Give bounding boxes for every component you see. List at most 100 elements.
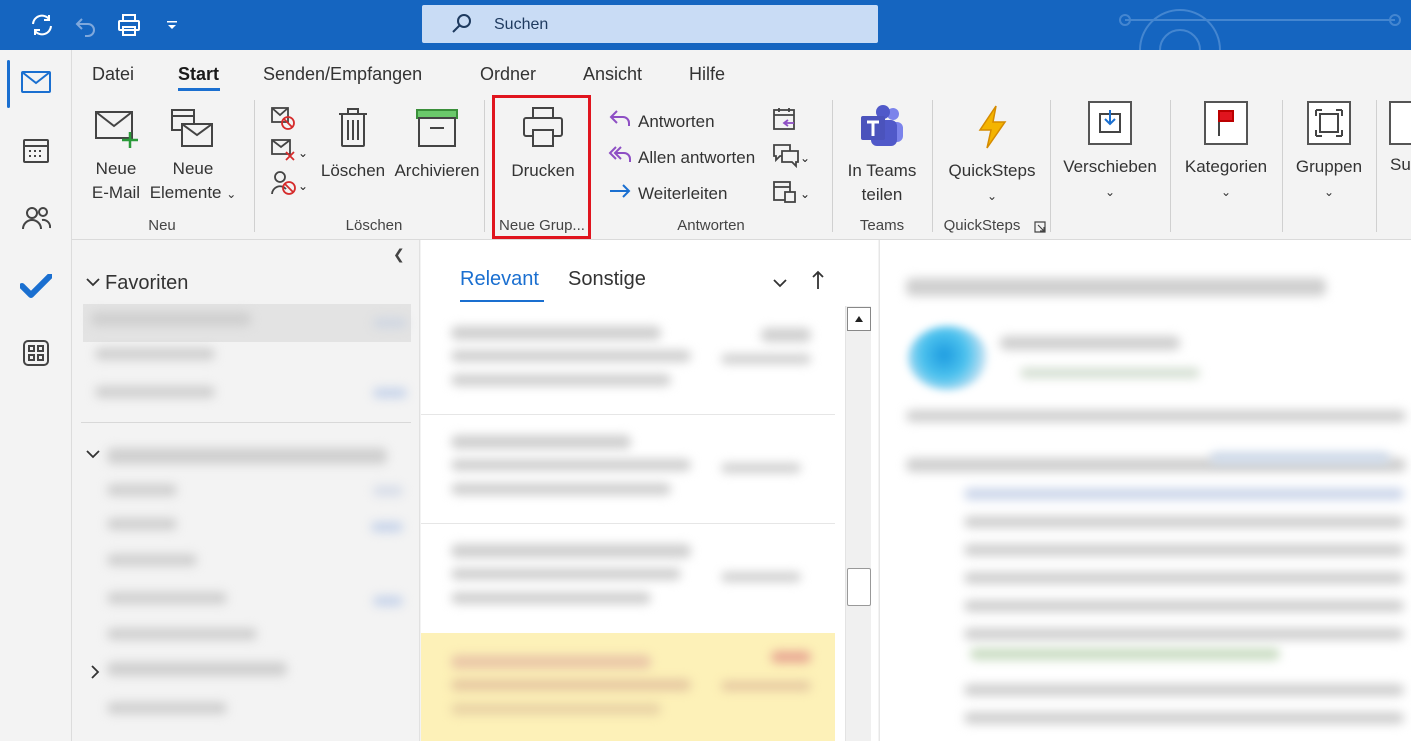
group-label-teams: Teams	[859, 217, 905, 234]
message-list: Relevant Sonstige	[421, 240, 878, 741]
chevron-down-icon[interactable]	[85, 274, 101, 295]
new-email-button[interactable]: Neue E-Mail	[90, 108, 142, 205]
clean-up-icon	[270, 138, 298, 167]
separator	[484, 100, 485, 232]
list-item-selected[interactable]	[421, 633, 835, 741]
search-people-button[interactable]: Su	[1382, 100, 1411, 177]
dialog-launcher-icon[interactable]	[1034, 220, 1046, 238]
nav-calendar[interactable]	[0, 122, 72, 182]
message-list-scrollbar[interactable]	[845, 306, 871, 741]
reply-all-button[interactable]: Allen antworten	[608, 144, 755, 171]
ribbon: Datei Start Senden/Empfangen Ordner Ansi…	[72, 50, 1411, 240]
blurred-folder	[91, 312, 251, 326]
nav-apps[interactable]	[0, 325, 72, 385]
blurred-folder[interactable]	[107, 702, 227, 714]
blurred-sender	[1000, 336, 1180, 350]
tab-relevant[interactable]: Relevant	[460, 268, 539, 291]
blurred-folder[interactable]	[107, 484, 177, 496]
im-reply-button[interactable]: ⌄	[772, 142, 810, 173]
delete-button[interactable]: Löschen	[320, 106, 386, 183]
blurred-account[interactable]	[107, 448, 387, 464]
chevron-down-icon[interactable]	[85, 446, 101, 467]
group-label-quicksteps: QuickSteps	[943, 217, 1021, 234]
ignore-button[interactable]	[270, 106, 298, 137]
clean-up-button[interactable]: ⌄	[270, 138, 308, 167]
blurred-subject	[906, 278, 1326, 296]
tab-start[interactable]: Start	[178, 64, 219, 85]
chevron-right-icon[interactable]	[89, 664, 101, 685]
blurred-folder[interactable]	[107, 662, 287, 676]
reply-button[interactable]: Antworten	[608, 108, 715, 135]
move-button[interactable]: Verschieben ⌄	[1058, 100, 1162, 204]
nav-todo[interactable]	[0, 258, 72, 318]
group-label-loeschen: Löschen	[345, 217, 403, 234]
blurred-folder[interactable]	[95, 386, 215, 398]
chevron-down-icon[interactable]	[772, 276, 788, 294]
blurred-count	[373, 318, 407, 328]
blurred-folder[interactable]	[107, 518, 177, 530]
group-label-neu: Neu	[148, 217, 176, 234]
blurred-link[interactable]	[1210, 452, 1390, 464]
overflow-icon	[1382, 100, 1411, 153]
avatar	[908, 326, 988, 390]
blurred-folder[interactable]	[107, 628, 257, 640]
groups-button[interactable]: Gruppen ⌄	[1288, 100, 1370, 204]
collapse-pane-icon[interactable]: ❮	[393, 246, 405, 263]
chevron-down-icon: ⌄	[298, 178, 309, 193]
blurred-folder[interactable]	[95, 348, 215, 360]
todo-icon	[19, 272, 53, 303]
categories-button[interactable]: Kategorien ⌄	[1178, 100, 1274, 204]
reply-icon	[608, 108, 632, 135]
search-placeholder: Suchen	[494, 16, 549, 33]
active-tab-indicator	[178, 88, 220, 91]
meeting-reply-button[interactable]	[772, 106, 798, 137]
tab-senden-empfangen[interactable]: Senden/Empfangen	[263, 64, 422, 85]
ignore-icon	[270, 107, 298, 136]
junk-button[interactable]: ⌄	[270, 170, 308, 201]
tab-datei[interactable]: Datei	[92, 64, 134, 85]
apps-icon	[22, 339, 50, 372]
customize-toolbar-icon[interactable]	[156, 9, 188, 41]
share-teams-button[interactable]: In Teams teilen	[842, 104, 922, 207]
blurred-body-line	[964, 516, 1404, 528]
tab-hilfe[interactable]: Hilfe	[689, 64, 725, 85]
teams-icon	[842, 104, 922, 157]
search-box[interactable]: Suchen	[422, 5, 878, 43]
tab-ordner[interactable]: Ordner	[480, 64, 536, 85]
separator	[1170, 100, 1171, 232]
tab-ansicht[interactable]: Ansicht	[583, 64, 642, 85]
search-icon	[450, 12, 474, 41]
blurred-body-line	[964, 628, 1404, 640]
more-reply-button[interactable]: ⌄	[772, 178, 810, 209]
quicksteps-button[interactable]: QuickSteps ⌄	[942, 104, 1042, 208]
list-item[interactable]	[421, 306, 835, 414]
blurred-count	[373, 596, 403, 606]
chevron-down-icon: ⌄	[298, 145, 309, 160]
list-item[interactable]	[421, 415, 835, 523]
folder-pane: ❮ Favoriten	[73, 240, 420, 741]
favorites-header[interactable]: Favoriten	[105, 272, 188, 295]
navigation-rail	[0, 50, 72, 741]
forward-button[interactable]: Weiterleiten	[608, 180, 727, 207]
group-label-antworten: Antworten	[677, 217, 745, 234]
tab-sonstige[interactable]: Sonstige	[568, 268, 646, 291]
sort-arrow-icon[interactable]	[811, 270, 825, 295]
print-icon[interactable]	[113, 9, 145, 41]
move-to-folder-icon	[1058, 100, 1162, 153]
new-items-button[interactable]: Neue Elemente ⌄	[148, 108, 238, 206]
undo-icon[interactable]	[70, 9, 102, 41]
scroll-thumb[interactable]	[847, 568, 871, 606]
blurred-body-line	[964, 684, 1404, 696]
chevron-down-icon: ⌄	[800, 150, 811, 165]
scroll-up-arrow-icon[interactable]	[847, 307, 871, 331]
blurred-folder[interactable]	[107, 592, 227, 604]
blurred-folder[interactable]	[107, 554, 197, 566]
sync-icon[interactable]	[26, 9, 58, 41]
nav-mail[interactable]	[0, 54, 72, 114]
archive-button[interactable]: Archivieren	[392, 106, 482, 183]
people-icon	[21, 204, 52, 237]
nav-people[interactable]	[0, 190, 72, 250]
chevron-down-icon: ⌄	[1104, 185, 1116, 199]
lightning-icon	[942, 104, 1042, 157]
list-item[interactable]	[421, 524, 835, 632]
